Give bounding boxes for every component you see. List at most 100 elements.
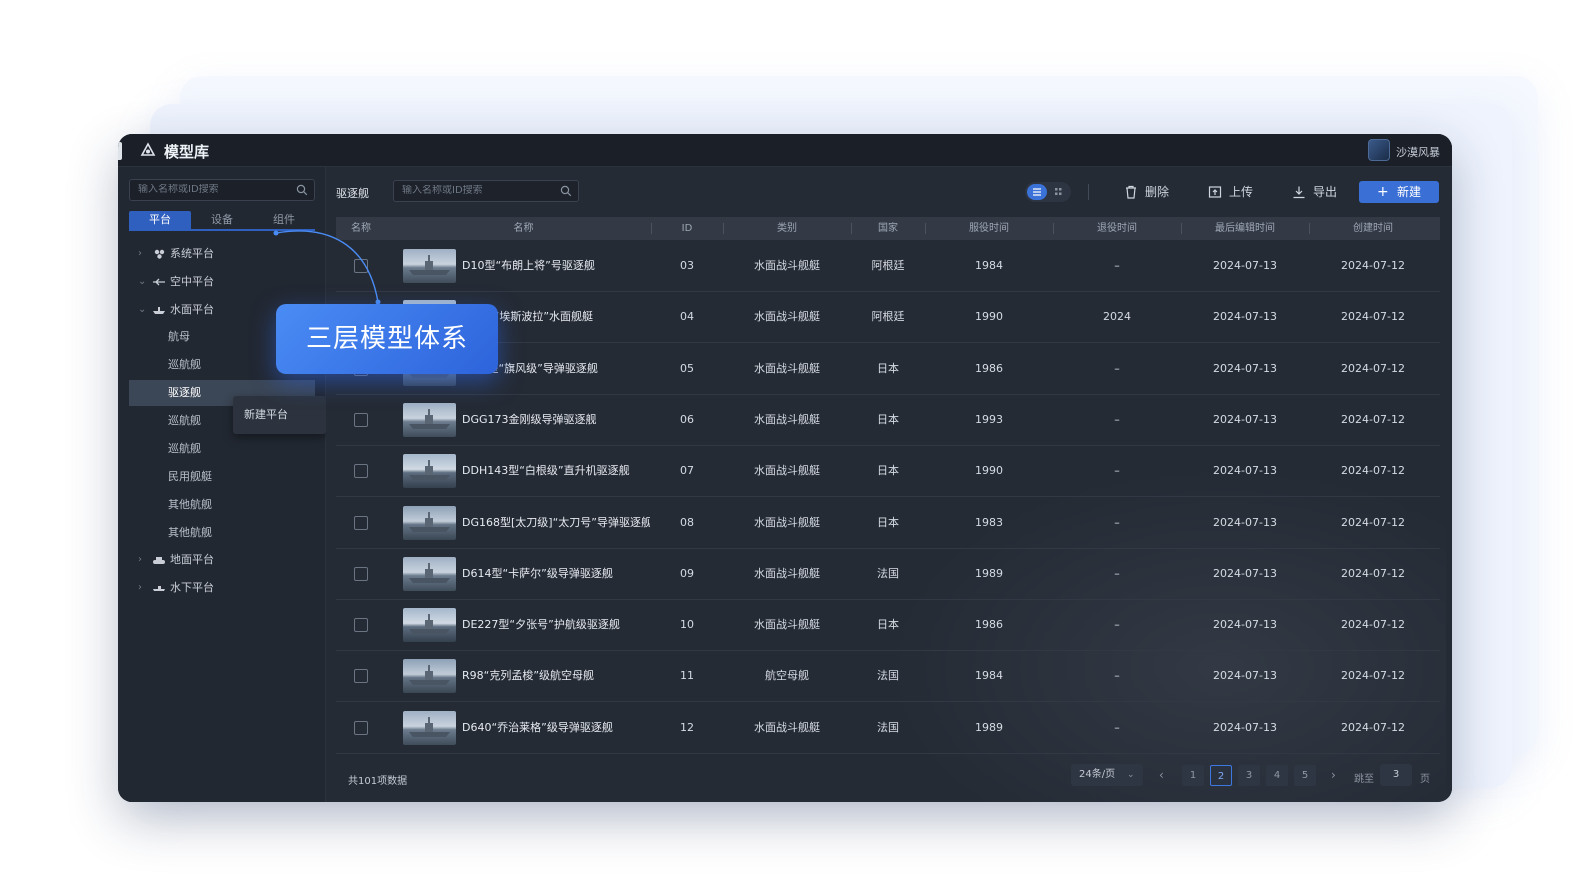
row-name[interactable]: D614型“卡萨尔”级导弹驱逐舰 (462, 549, 650, 599)
window-handle[interactable] (118, 142, 122, 160)
tab-platform[interactable]: 平台 (129, 211, 191, 229)
column-header[interactable]: ID (651, 217, 723, 240)
username[interactable]: 沙漠风暴 (1396, 144, 1440, 160)
tree-child-item[interactable]: 航母 (168, 326, 190, 348)
table-row[interactable]: R98“克列孟梭”级航空母舰 11 航空母舰 法国 1984 – 2024-07-13 202… (336, 651, 1440, 703)
row-edited: 2024-07-13 (1213, 566, 1277, 580)
breadcrumb[interactable]: 驱逐舰 (336, 185, 369, 201)
table-row[interactable]: DE227型“夕张号”护航级驱逐舰 10 水面战斗舰艇 日本 1986 – 2024-07-… (336, 600, 1440, 652)
table-row[interactable]: DDG型“旗风级”导弹驱逐舰 05 水面战斗舰艇 日本 1986–2024-07-13 2… (336, 344, 1440, 395)
main-search-input[interactable] (402, 185, 552, 196)
next-page-button[interactable]: › (1331, 764, 1336, 786)
column-header[interactable]: 最后编辑时间 (1181, 217, 1309, 240)
page-button-1[interactable]: 1 (1182, 765, 1204, 786)
sidebar-search-input[interactable] (138, 184, 288, 195)
row-name[interactable]: DDH143型“白根级”直升机驱逐舰 (462, 446, 650, 496)
export-button[interactable]: 导出 (1292, 180, 1352, 204)
row-retire: – (1114, 412, 1120, 426)
row-country: 日本 (877, 515, 899, 529)
search-icon[interactable] (560, 185, 572, 197)
row-edited: 2024-07-13 (1213, 720, 1277, 734)
row-name[interactable]: DGG173金刚级导弹驱逐舰 (462, 395, 650, 445)
table-row[interactable]: P41型“埃斯波拉”水面舰艇 04 水面战斗舰艇 阿根廷 1990 2024 2024-07… (336, 292, 1440, 344)
list-view-button[interactable] (1027, 184, 1047, 200)
row-category: 水面战斗舰艇 (754, 412, 820, 426)
row-service: 1983 (975, 515, 1003, 529)
chevron-down-icon[interactable]: ⌄ (138, 271, 148, 293)
tree-child-item[interactable]: 巡航舰 (168, 410, 201, 432)
search-icon[interactable] (296, 184, 308, 196)
upload-icon (1208, 186, 1222, 198)
row-category: 水面战斗舰艇 (754, 515, 820, 529)
airplane-icon (153, 278, 165, 286)
user-avatar[interactable] (1368, 139, 1390, 161)
row-checkbox[interactable] (354, 412, 368, 427)
ship-icon (153, 307, 165, 314)
ship-thumbnail (403, 556, 456, 591)
row-checkbox[interactable] (354, 669, 368, 684)
context-menu-new-platform[interactable]: 新建平台 (233, 396, 326, 434)
row-name[interactable]: D10型“布朗上将”号驱逐舰 (462, 241, 650, 291)
tree-child-item-selected[interactable]: 驱逐舰 (168, 382, 201, 404)
row-checkbox[interactable] (354, 720, 368, 735)
page-suffix: 页 (1420, 774, 1430, 785)
delete-button[interactable]: 删除 (1124, 180, 1184, 204)
chevron-right-icon[interactable]: › (138, 577, 148, 599)
tab-equipment[interactable]: 设备 (191, 211, 253, 229)
delete-label: 删除 (1145, 185, 1170, 199)
main-search[interactable] (393, 180, 579, 202)
tree-child-item[interactable]: 民用舰艇 (168, 466, 212, 488)
row-checkbox[interactable] (354, 464, 368, 479)
row-checkbox[interactable] (354, 566, 368, 581)
column-header[interactable]: 创建时间 (1309, 217, 1437, 240)
table-row[interactable]: D614型“卡萨尔”级导弹驱逐舰 09 水面战斗舰艇 法国 1989 – 2024-07-1… (336, 549, 1440, 600)
tree-item-ground-platform[interactable]: › 地面平台 (138, 549, 318, 571)
page-button-5[interactable]: 5 (1294, 765, 1316, 786)
row-checkbox[interactable] (354, 515, 368, 530)
column-header[interactable]: 服役时间 (925, 217, 1053, 240)
chevron-down-icon[interactable]: ⌄ (138, 299, 148, 321)
row-checkbox[interactable] (354, 618, 368, 633)
prev-page-button[interactable]: ‹ (1159, 764, 1164, 786)
tree-child-item[interactable]: 巡航舰 (168, 438, 201, 460)
sidebar-search[interactable] (129, 179, 315, 201)
ship-thumbnail (403, 454, 456, 489)
tree-child-item[interactable]: 其他航舰 (168, 522, 212, 544)
page-button-3[interactable]: 3 (1238, 765, 1260, 786)
row-name[interactable]: R98“克列孟梭”级航空母舰 (462, 651, 650, 701)
ship-thumbnail (403, 659, 456, 694)
row-service: 1990 (975, 464, 1003, 478)
table-row[interactable]: DGG173金刚级导弹驱逐舰 06 水面战斗舰艇 日本 1993 – 2024-07-13 2… (336, 395, 1440, 446)
row-country: 阿根廷 (871, 259, 905, 272)
column-header[interactable]: 类别 (723, 217, 851, 240)
tree-child-item[interactable]: 其他航舰 (168, 494, 212, 516)
chevron-right-icon[interactable]: › (138, 243, 148, 265)
row-country: 日本 (877, 361, 899, 375)
tree-item-underwater-platform[interactable]: › 水下平台 (138, 577, 318, 599)
tree-child-item[interactable]: 巡航舰 (168, 354, 201, 376)
page-button-2[interactable]: 2 (1210, 765, 1232, 786)
ship-thumbnail (403, 249, 456, 283)
column-header[interactable]: 退役时间 (1053, 217, 1181, 240)
row-name[interactable]: D640“乔治莱格”级导弹驱逐舰 (462, 703, 650, 753)
table-row[interactable]: DG168型[太刀级]“太刀号”导弹驱逐舰 08 水面战斗舰艇 日本 1983 – 2024… (336, 498, 1440, 549)
ship-thumbnail (403, 608, 456, 643)
row-name[interactable]: DG168型[太刀级]“太刀号”导弹驱逐舰 (462, 498, 650, 548)
jump-page-input[interactable]: 3 (1380, 764, 1412, 786)
row-name[interactable]: DE227型“夕张号”护航级驱逐舰 (462, 600, 650, 650)
system-platform-icon (154, 249, 165, 259)
page-size-select[interactable]: 24条/页 ⌄ (1071, 764, 1143, 786)
table-row[interactable]: D10型“布朗上将”号驱逐舰 03 水面战斗舰艇 阿根廷 1984 – 2024-07-13… (336, 241, 1440, 292)
upload-button[interactable]: 上传 (1208, 180, 1268, 204)
page-button-4[interactable]: 4 (1266, 765, 1288, 786)
row-id: 06 (680, 412, 694, 426)
row-created: 2024-07-12 (1341, 618, 1405, 632)
row-edited: 2024-07-13 (1213, 259, 1277, 272)
chevron-right-icon[interactable]: › (138, 549, 148, 571)
column-header[interactable]: 名称 (396, 217, 651, 240)
grid-view-button[interactable] (1050, 184, 1068, 200)
column-header[interactable]: 国家 (851, 217, 925, 240)
new-button[interactable]: + 新建 (1359, 181, 1439, 203)
table-row[interactable]: DDH143型“白根级”直升机驱逐舰 07 水面战斗舰艇 日本 1990 – 2024-07… (336, 446, 1440, 498)
table-row[interactable]: D640“乔治莱格”级导弹驱逐舰 12 水面战斗舰艇 法国 1989 – 2024-07-1… (336, 703, 1440, 754)
